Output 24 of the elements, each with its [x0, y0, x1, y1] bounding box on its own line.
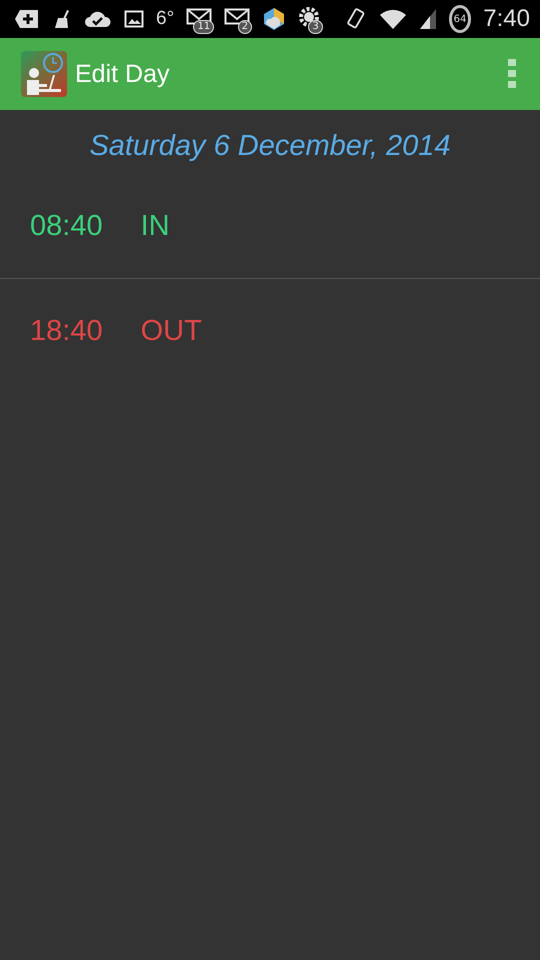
add-icon [14, 9, 40, 29]
entry-time: 08:40 [30, 210, 103, 243]
cloud-check-icon [84, 9, 112, 29]
battery-indicator: 64 [448, 5, 472, 33]
date-heading: Saturday 6 December, 2014 [88, 129, 452, 164]
screen-title: Edit Day [75, 60, 170, 88]
overflow-menu-button[interactable] [508, 59, 516, 89]
entry-time: 18:40 [30, 314, 103, 348]
phone-vibrate-icon [344, 8, 367, 30]
temperature-text: 6° [156, 8, 174, 30]
broom-icon [52, 9, 72, 29]
clock-time: 7:40 [483, 5, 530, 33]
image-icon [124, 9, 144, 29]
notification-count: 2 [238, 20, 252, 34]
wifi-icon [378, 8, 407, 30]
entry-type: OUT [140, 314, 202, 348]
signal-icon [418, 8, 437, 30]
app-logo-icon [21, 51, 67, 97]
gear-icon [298, 6, 320, 28]
notification-count: 3 [308, 20, 323, 34]
entry-type: IN [140, 210, 170, 243]
weather-icon [262, 7, 286, 31]
notification-count: 11 [193, 20, 214, 34]
menu-icon [508, 59, 516, 89]
